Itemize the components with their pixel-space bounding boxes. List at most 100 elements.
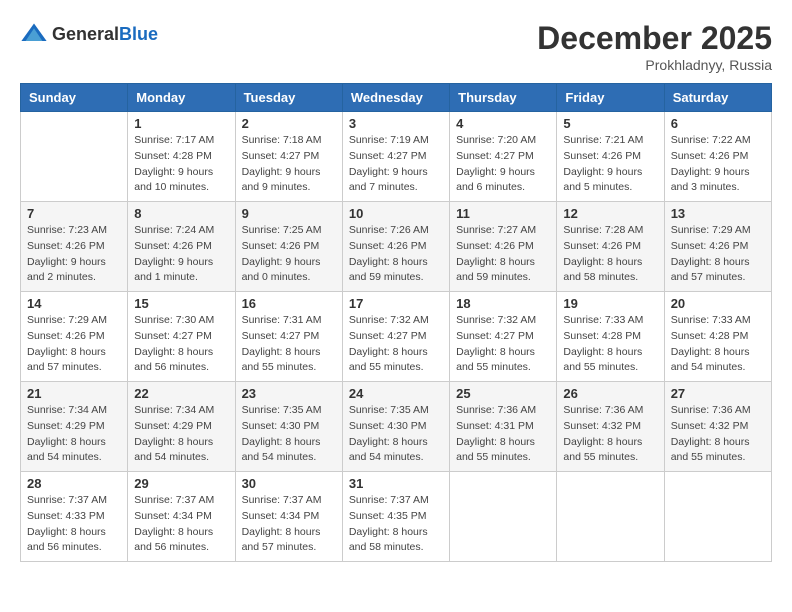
day-number: 31 — [349, 476, 443, 491]
calendar-cell: 3Sunrise: 7:19 AMSunset: 4:27 PMDaylight… — [342, 112, 449, 202]
calendar-week-row: 28Sunrise: 7:37 AMSunset: 4:33 PMDayligh… — [21, 472, 772, 562]
day-number: 18 — [456, 296, 550, 311]
calendar-cell: 7 Sunrise: 7:23 AMSunset: 4:26 PMDaylight… — [21, 202, 128, 292]
calendar-cell: 5 Sunrise: 7:21 AMSunset: 4:26 PMDaylight… — [557, 112, 664, 202]
day-info: Sunrise: 7:36 AMSunset: 4:32 PMDaylight:… — [671, 403, 765, 466]
day-info: Sunrise: 7:37 AMSunset: 4:34 PMDaylight:… — [242, 493, 336, 556]
logo-icon — [20, 20, 48, 48]
day-info: Sunrise: 7:26 AMSunset: 4:26 PMDaylight:… — [349, 223, 443, 286]
month-title: December 2025 — [537, 20, 772, 57]
calendar-cell — [450, 472, 557, 562]
calendar-cell: 25 Sunrise: 7:36 AMSunset: 4:31 PMDayligh… — [450, 382, 557, 472]
day-info: Sunrise: 7:34 AMSunset: 4:29 PMDaylight:… — [27, 403, 121, 466]
day-info: Sunrise: 7:19 AMSunset: 4:27 PMDaylight:… — [349, 133, 443, 196]
day-info: Sunrise: 7:24 AMSunset: 4:26 PMDaylight:… — [134, 223, 228, 286]
day-number: 24 — [349, 386, 443, 401]
calendar-cell: 23Sunrise: 7:35 AMSunset: 4:30 PMDayligh… — [235, 382, 342, 472]
day-info: Sunrise: 7:21 AMSunset: 4:26 PMDaylight:… — [563, 133, 657, 196]
day-info: Sunrise: 7:17 AMSunset: 4:28 PMDaylight:… — [134, 133, 228, 196]
calendar-cell: 15 Sunrise: 7:30 AMSunset: 4:27 PMDayligh… — [128, 292, 235, 382]
calendar-cell: 11 Sunrise: 7:27 AMSunset: 4:26 PMDayligh… — [450, 202, 557, 292]
day-info: Sunrise: 7:27 AMSunset: 4:26 PMDaylight:… — [456, 223, 550, 286]
column-header-tuesday: Tuesday — [235, 84, 342, 112]
day-info: Sunrise: 7:20 AMSunset: 4:27 PMDaylight:… — [456, 133, 550, 196]
day-number: 9 — [242, 206, 336, 221]
day-info: Sunrise: 7:32 AMSunset: 4:27 PMDaylight:… — [456, 313, 550, 376]
calendar-header-row: SundayMondayTuesdayWednesdayThursdayFrid… — [21, 84, 772, 112]
column-header-sunday: Sunday — [21, 84, 128, 112]
day-info: Sunrise: 7:37 AMSunset: 4:34 PMDaylight:… — [134, 493, 228, 556]
column-header-thursday: Thursday — [450, 84, 557, 112]
page-header: General Blue December 2025 Prokhladnyy, … — [20, 20, 772, 73]
day-number: 10 — [349, 206, 443, 221]
column-header-friday: Friday — [557, 84, 664, 112]
day-number: 2 — [242, 116, 336, 131]
day-number: 30 — [242, 476, 336, 491]
day-info: Sunrise: 7:18 AMSunset: 4:27 PMDaylight:… — [242, 133, 336, 196]
calendar-cell: 19Sunrise: 7:33 AMSunset: 4:28 PMDayligh… — [557, 292, 664, 382]
logo: General Blue — [20, 20, 158, 48]
calendar-week-row: 7 Sunrise: 7:23 AMSunset: 4:26 PMDaylight… — [21, 202, 772, 292]
calendar-cell: 20 Sunrise: 7:33 AMSunset: 4:28 PMDayligh… — [664, 292, 771, 382]
calendar-cell: 18 Sunrise: 7:32 AMSunset: 4:27 PMDayligh… — [450, 292, 557, 382]
day-info: Sunrise: 7:37 AMSunset: 4:35 PMDaylight:… — [349, 493, 443, 556]
day-number: 11 — [456, 206, 550, 221]
day-info: Sunrise: 7:32 AMSunset: 4:27 PMDaylight:… — [349, 313, 443, 376]
day-number: 17 — [349, 296, 443, 311]
day-number: 8 — [134, 206, 228, 221]
column-header-monday: Monday — [128, 84, 235, 112]
day-info: Sunrise: 7:28 AMSunset: 4:26 PMDaylight:… — [563, 223, 657, 286]
day-number: 29 — [134, 476, 228, 491]
day-number: 22 — [134, 386, 228, 401]
day-number: 5 — [563, 116, 657, 131]
calendar-cell — [21, 112, 128, 202]
calendar-cell — [557, 472, 664, 562]
calendar-cell: 16Sunrise: 7:31 AMSunset: 4:27 PMDayligh… — [235, 292, 342, 382]
day-info: Sunrise: 7:30 AMSunset: 4:27 PMDaylight:… — [134, 313, 228, 376]
calendar-cell: 4 Sunrise: 7:20 AMSunset: 4:27 PMDaylight… — [450, 112, 557, 202]
title-area: December 2025 Prokhladnyy, Russia — [537, 20, 772, 73]
day-number: 6 — [671, 116, 765, 131]
day-info: Sunrise: 7:36 AMSunset: 4:31 PMDaylight:… — [456, 403, 550, 466]
day-info: Sunrise: 7:33 AMSunset: 4:28 PMDaylight:… — [563, 313, 657, 376]
day-number: 15 — [134, 296, 228, 311]
logo-general: General — [52, 24, 119, 45]
calendar-cell: 30 Sunrise: 7:37 AMSunset: 4:34 PMDayligh… — [235, 472, 342, 562]
day-number: 1 — [134, 116, 228, 131]
day-number: 13 — [671, 206, 765, 221]
calendar-cell: 14Sunrise: 7:29 AMSunset: 4:26 PMDayligh… — [21, 292, 128, 382]
day-info: Sunrise: 7:35 AMSunset: 4:30 PMDaylight:… — [349, 403, 443, 466]
column-header-saturday: Saturday — [664, 84, 771, 112]
calendar-week-row: 1 Sunrise: 7:17 AMSunset: 4:28 PMDaylight… — [21, 112, 772, 202]
day-number: 7 — [27, 206, 121, 221]
calendar-cell: 26Sunrise: 7:36 AMSunset: 4:32 PMDayligh… — [557, 382, 664, 472]
day-number: 12 — [563, 206, 657, 221]
calendar-cell: 10 Sunrise: 7:26 AMSunset: 4:26 PMDayligh… — [342, 202, 449, 292]
calendar-cell: 1 Sunrise: 7:17 AMSunset: 4:28 PMDaylight… — [128, 112, 235, 202]
day-info: Sunrise: 7:29 AMSunset: 4:26 PMDaylight:… — [27, 313, 121, 376]
day-info: Sunrise: 7:23 AMSunset: 4:26 PMDaylight:… — [27, 223, 121, 286]
day-number: 27 — [671, 386, 765, 401]
day-number: 20 — [671, 296, 765, 311]
calendar-table: SundayMondayTuesdayWednesdayThursdayFrid… — [20, 83, 772, 562]
day-info: Sunrise: 7:22 AMSunset: 4:26 PMDaylight:… — [671, 133, 765, 196]
day-number: 4 — [456, 116, 550, 131]
day-info: Sunrise: 7:25 AMSunset: 4:26 PMDaylight:… — [242, 223, 336, 286]
calendar-cell: 13 Sunrise: 7:29 AMSunset: 4:26 PMDayligh… — [664, 202, 771, 292]
calendar-cell: 29 Sunrise: 7:37 AMSunset: 4:34 PMDayligh… — [128, 472, 235, 562]
day-number: 25 — [456, 386, 550, 401]
day-info: Sunrise: 7:33 AMSunset: 4:28 PMDaylight:… — [671, 313, 765, 376]
day-number: 26 — [563, 386, 657, 401]
column-header-wednesday: Wednesday — [342, 84, 449, 112]
day-number: 16 — [242, 296, 336, 311]
calendar-cell: 8 Sunrise: 7:24 AMSunset: 4:26 PMDaylight… — [128, 202, 235, 292]
day-info: Sunrise: 7:29 AMSunset: 4:26 PMDaylight:… — [671, 223, 765, 286]
calendar-cell: 27 Sunrise: 7:36 AMSunset: 4:32 PMDayligh… — [664, 382, 771, 472]
calendar-cell: 22 Sunrise: 7:34 AMSunset: 4:29 PMDayligh… — [128, 382, 235, 472]
day-number: 21 — [27, 386, 121, 401]
day-info: Sunrise: 7:34 AMSunset: 4:29 PMDaylight:… — [134, 403, 228, 466]
calendar-cell: 2 Sunrise: 7:18 AMSunset: 4:27 PMDaylight… — [235, 112, 342, 202]
calendar-cell: 28Sunrise: 7:37 AMSunset: 4:33 PMDayligh… — [21, 472, 128, 562]
calendar-cell — [664, 472, 771, 562]
calendar-week-row: 21 Sunrise: 7:34 AMSunset: 4:29 PMDayligh… — [21, 382, 772, 472]
